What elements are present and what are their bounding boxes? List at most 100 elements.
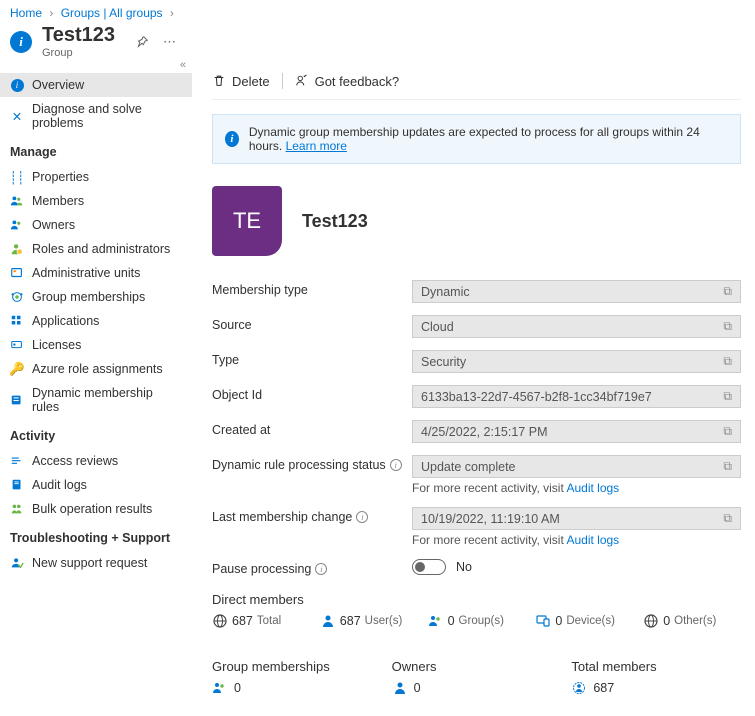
copy-icon[interactable]: ⧉ (723, 511, 732, 526)
sidebar-item-label: Diagnose and solve problems (32, 102, 182, 130)
prop-label: Created at (212, 423, 270, 437)
members-icon (571, 680, 587, 696)
sidebar-item-access-reviews[interactable]: Access reviews (0, 449, 192, 473)
breadcrumb-home[interactable]: Home (10, 6, 42, 20)
prop-value: Dynamic (421, 285, 470, 299)
sidebar: « i Overview ✕ Diagnose and solve proble… (0, 69, 192, 716)
prop-value: Security (421, 355, 466, 369)
sidebar-item-label: Applications (32, 314, 99, 328)
prop-label: Object Id (212, 388, 262, 402)
stat-total[interactable]: 687 Total (212, 613, 310, 629)
sidebar-item-diagnose[interactable]: ✕ Diagnose and solve problems (0, 97, 192, 135)
stat-groups[interactable]: 0 Group(s) (428, 613, 526, 629)
feedback-button[interactable]: Got feedback? (295, 74, 400, 89)
group-icon (212, 680, 228, 696)
sidebar-item-label: Licenses (32, 338, 81, 352)
sidebar-item-dynamic-rules[interactable]: Dynamic membership rules (0, 381, 192, 419)
stat-count: 0 (663, 614, 670, 628)
group-memberships-icon (10, 290, 24, 304)
group-memberships-block: Group memberships 0 (212, 645, 382, 696)
prop-created-at: Created at 4/25/2022, 2:15:17 PM ⧉ (212, 420, 741, 443)
licenses-icon (10, 338, 24, 352)
sidebar-item-label: Overview (32, 78, 84, 92)
breadcrumb-groups[interactable]: Groups | All groups (61, 6, 163, 20)
sidebar-item-label: New support request (32, 556, 147, 570)
prop-value: 4/25/2022, 2:15:17 PM (421, 425, 547, 439)
info-icon[interactable]: i (315, 563, 327, 575)
more-icon[interactable]: ⋯ (163, 34, 178, 50)
prop-pause: Pause processing i No (212, 559, 741, 578)
divider (212, 99, 741, 100)
roles-icon (10, 242, 24, 256)
total-members-title: Total members (571, 659, 741, 674)
group-hero: TE Test123 (212, 186, 741, 256)
direct-members-title: Direct members (212, 592, 741, 607)
copy-icon[interactable]: ⧉ (723, 424, 732, 439)
device-icon (535, 613, 551, 629)
sidebar-item-label: Members (32, 194, 84, 208)
page-subtitle: Group (42, 47, 125, 59)
sidebar-item-label: Group memberships (32, 290, 145, 304)
copy-icon[interactable]: ⧉ (723, 354, 732, 369)
copy-icon[interactable]: ⧉ (723, 319, 732, 334)
notice-learn-more-link[interactable]: Learn more (286, 139, 347, 153)
toggle-value: No (456, 560, 472, 574)
stat-count: 687 (593, 681, 614, 695)
page-title: Test123 (42, 24, 115, 47)
sidebar-item-audit-logs[interactable]: Audit logs (0, 473, 192, 497)
delete-button[interactable]: Delete (212, 74, 270, 89)
stat-label: Total (257, 615, 281, 627)
sidebar-item-label: Dynamic membership rules (32, 386, 182, 414)
sidebar-item-azure-role[interactable]: 🔑 Azure role assignments (0, 357, 192, 381)
wrench-icon: ✕ (10, 109, 24, 123)
prop-rule-status: Dynamic rule processing status i Update … (212, 455, 741, 495)
pin-icon[interactable] (135, 35, 149, 49)
owners-icon (10, 218, 24, 232)
sidebar-item-licenses[interactable]: Licenses (0, 333, 192, 357)
sidebar-item-overview[interactable]: i Overview (0, 73, 192, 97)
stat-devices[interactable]: 0 Device(s) (535, 613, 633, 629)
globe-icon (643, 613, 659, 629)
breadcrumb: Home › Groups | All groups › (0, 0, 755, 22)
copy-icon[interactable]: ⧉ (723, 459, 732, 474)
group-memberships-stat[interactable]: 0 (212, 680, 382, 696)
stat-label: Other(s) (674, 615, 716, 627)
note-text: For more recent activity, visit (412, 481, 566, 495)
sidebar-item-label: Administrative units (32, 266, 140, 280)
stat-others[interactable]: 0 Other(s) (643, 613, 741, 629)
sidebar-item-bulk-results[interactable]: Bulk operation results (0, 497, 192, 521)
info-icon: i (225, 131, 239, 147)
toolbar: Delete Got feedback? (212, 69, 741, 99)
rules-icon (10, 393, 24, 407)
trash-icon (212, 74, 226, 88)
sidebar-item-properties[interactable]: ┊┊ Properties (0, 165, 192, 189)
total-members-stat[interactable]: 687 (571, 680, 741, 696)
copy-icon[interactable]: ⧉ (723, 389, 732, 404)
owners-stat[interactable]: 0 (392, 680, 562, 696)
sidebar-item-admin-units[interactable]: Administrative units (0, 261, 192, 285)
audit-logs-link[interactable]: Audit logs (566, 481, 619, 495)
sidebar-item-members[interactable]: Members (0, 189, 192, 213)
sidebar-item-support-request[interactable]: New support request (0, 551, 192, 575)
access-reviews-icon (10, 454, 24, 468)
group-avatar: TE (212, 186, 282, 256)
stat-count: 0 (414, 681, 421, 695)
info-icon: i (10, 31, 32, 53)
info-icon[interactable]: i (390, 459, 402, 471)
info-icon: i (10, 78, 24, 92)
pause-toggle[interactable] (412, 559, 446, 575)
prop-label: Dynamic rule processing status (212, 458, 386, 472)
sidebar-item-roles[interactable]: Roles and administrators (0, 237, 192, 261)
sidebar-item-applications[interactable]: Applications (0, 309, 192, 333)
sidebar-item-group-memberships[interactable]: Group memberships (0, 285, 192, 309)
prop-value: Update complete (421, 460, 516, 474)
stat-users[interactable]: 687 User(s) (320, 613, 418, 629)
copy-icon[interactable]: ⧉ (723, 284, 732, 299)
info-icon[interactable]: i (356, 511, 368, 523)
key-icon: 🔑 (10, 362, 24, 376)
stat-label: Device(s) (566, 615, 615, 627)
collapse-icon[interactable]: « (180, 59, 186, 71)
delete-label: Delete (232, 74, 270, 89)
audit-logs-link[interactable]: Audit logs (566, 533, 619, 547)
sidebar-item-owners[interactable]: Owners (0, 213, 192, 237)
